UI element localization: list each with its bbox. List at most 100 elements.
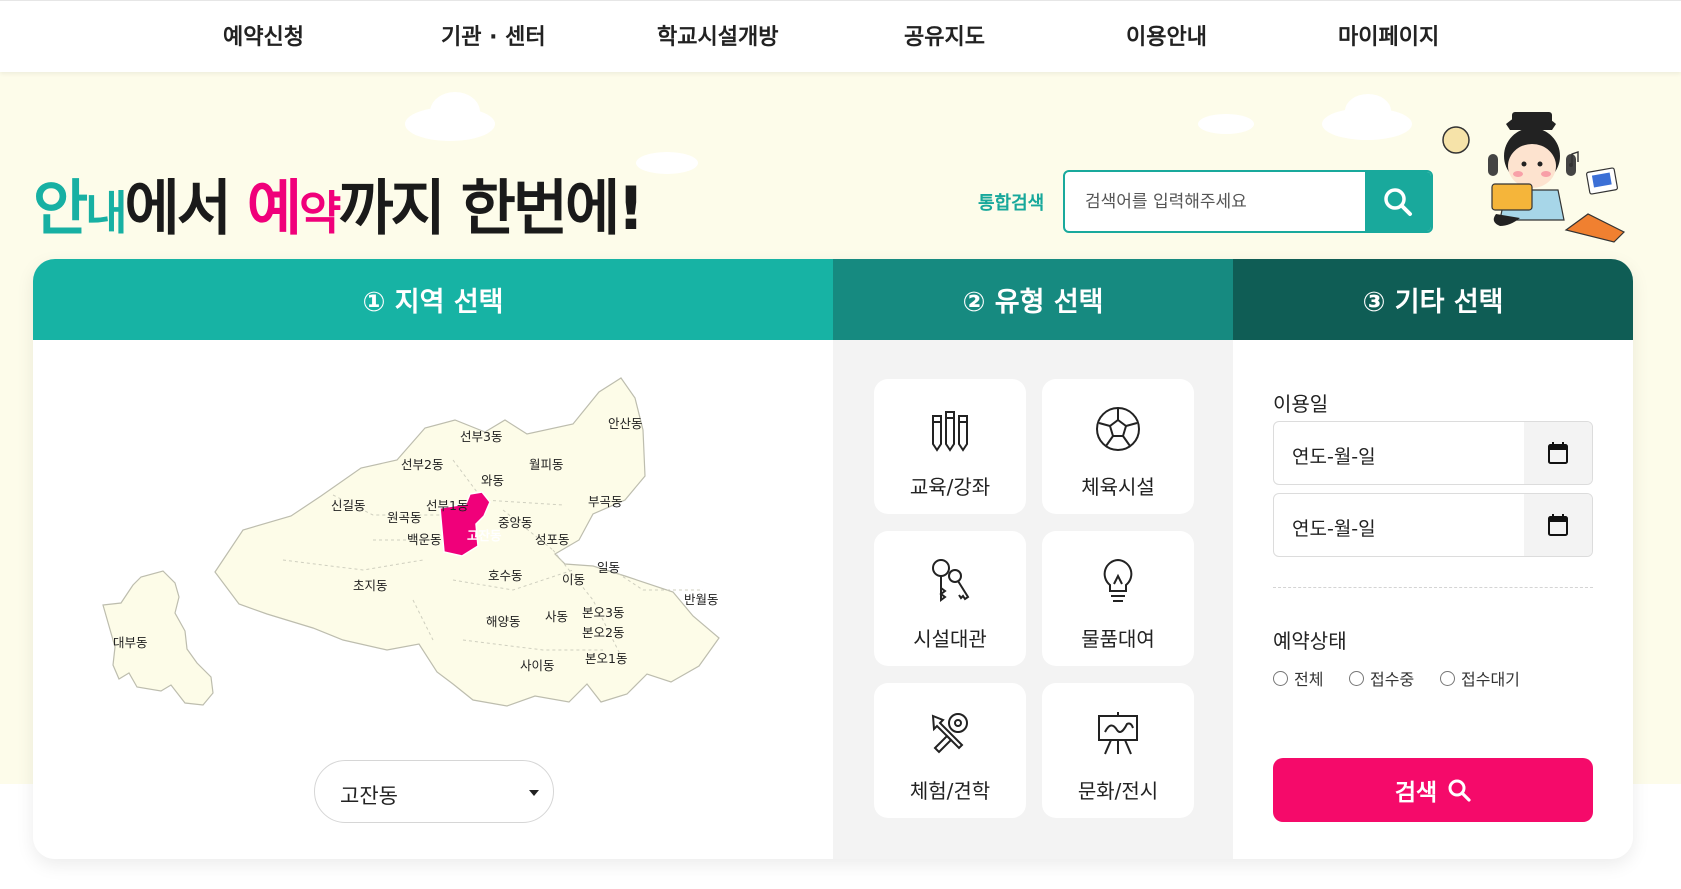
- radio-circle: [1440, 670, 1455, 686]
- dong-label[interactable]: 와동: [481, 470, 504, 489]
- dong-label[interactable]: 중앙동: [498, 512, 533, 531]
- dong-label[interactable]: 이동: [562, 569, 585, 588]
- region-map-panel: 대부동 선부3동 선부2동 와동 월피동 안산동 신길동 원곡동 선부1동 중앙…: [33, 340, 833, 859]
- status-radio-waiting[interactable]: 접수대기: [1440, 666, 1520, 690]
- dong-label[interactable]: 반월동: [684, 589, 719, 608]
- type-education-button[interactable]: 교육/강좌: [874, 379, 1026, 514]
- dong-label[interactable]: 호수동: [488, 565, 523, 584]
- dong-label[interactable]: 본오2동: [582, 622, 624, 641]
- dong-label[interactable]: 해양동: [486, 611, 521, 630]
- dong-label[interactable]: 안산동: [608, 413, 643, 432]
- dong-label[interactable]: 월피동: [529, 454, 564, 473]
- status-radio-all[interactable]: 전체: [1273, 666, 1323, 690]
- pencils-icon: [932, 411, 968, 452]
- status-label: 예약상태: [1273, 629, 1347, 653]
- radio-circle: [1273, 670, 1288, 686]
- date-to-value: 연도-월-일: [1292, 518, 1376, 540]
- date-label: 이용일: [1273, 392, 1329, 416]
- tab-etc[interactable]: ③ 기타 선택: [1233, 259, 1633, 340]
- cloud-decoration: [636, 152, 698, 174]
- slogan-part: 내: [85, 186, 127, 240]
- hero-slogan: 안내에서 예약까지 한번에!: [33, 160, 645, 247]
- dong-label[interactable]: 선부3동: [460, 426, 502, 445]
- dong-label[interactable]: 본오3동: [582, 602, 624, 621]
- dong-label[interactable]: 선부1동: [426, 495, 468, 514]
- type-label: 체험/견학: [909, 779, 991, 803]
- status-radio-open[interactable]: 접수중: [1349, 666, 1414, 690]
- radio-label: 접수대기: [1461, 670, 1520, 689]
- search-button[interactable]: [1365, 172, 1431, 231]
- search-submit-button[interactable]: 검색: [1273, 758, 1593, 822]
- mascot-illustration: [1442, 112, 1626, 243]
- reservation-search-card: ① 지역 선택 ② 유형 선택 ③ 기타 선택 대부동 선부3동 선부2동 와동…: [33, 259, 1633, 859]
- nav-institutions[interactable]: 기관 · 센터: [441, 19, 546, 51]
- cloud-decoration: [1345, 94, 1391, 128]
- dong-label[interactable]: 선부2동: [401, 454, 443, 473]
- type-sports-button[interactable]: 체육시설: [1042, 379, 1194, 514]
- soccer-ball-icon: [1096, 407, 1140, 451]
- date-from-calendar-button[interactable]: [1524, 422, 1592, 484]
- type-label: 물품대여: [1081, 627, 1155, 651]
- slogan-part: 안: [33, 174, 88, 244]
- type-label: 교육/강좌: [909, 475, 991, 499]
- tab-region[interactable]: ① 지역 선택: [33, 259, 833, 340]
- date-from-value: 연도-월-일: [1292, 446, 1376, 468]
- slogan-part: 에서: [124, 174, 247, 244]
- slogan-part: 예: [246, 174, 302, 244]
- slogan-part: 까지 한번에!: [338, 174, 644, 244]
- dong-label[interactable]: 사동: [545, 606, 568, 625]
- dong-label[interactable]: 부곡동: [588, 491, 623, 510]
- dong-label[interactable]: 일동: [597, 557, 620, 576]
- etc-panel: 이용일 연도-월-일 연도-월-일 예약상태 전체 접수중 접수대기 검색: [1233, 340, 1633, 859]
- chevron-down-icon: [529, 790, 539, 796]
- type-item-rental-button[interactable]: 물품대여: [1042, 531, 1194, 666]
- search-icon: [1384, 187, 1412, 216]
- calendar-icon: [1548, 442, 1568, 464]
- region-map: [102, 377, 720, 707]
- tools-icon: [931, 713, 968, 754]
- region-select-value: 고잔동: [340, 784, 398, 808]
- search-label: 통합검색: [978, 193, 1045, 214]
- nav-guide[interactable]: 이용안내: [1126, 19, 1207, 51]
- slogan-part: 약: [299, 186, 341, 240]
- dong-label[interactable]: 성포동: [535, 529, 570, 548]
- lightbulb-icon: [1103, 558, 1133, 602]
- type-label: 문화/전시: [1077, 779, 1159, 803]
- nav-shared-map[interactable]: 공유지도: [904, 19, 985, 51]
- nav-reservation[interactable]: 예약신청: [223, 19, 304, 51]
- region-select-dropdown[interactable]: 고잔동: [314, 760, 554, 823]
- unified-search: [1063, 170, 1433, 233]
- calendar-icon: [1548, 514, 1568, 536]
- type-culture-button[interactable]: 문화/전시: [1042, 683, 1194, 818]
- search-input[interactable]: [1085, 172, 1355, 231]
- date-from-field[interactable]: 연도-월-일: [1273, 421, 1593, 485]
- dong-label[interactable]: 신길동: [331, 495, 366, 514]
- search-icon: [1448, 779, 1471, 802]
- radio-circle: [1349, 670, 1364, 686]
- cloud-decoration: [1198, 114, 1254, 134]
- nav-school-facilities[interactable]: 학교시설개방: [657, 19, 778, 51]
- type-label: 시설대관: [913, 627, 987, 651]
- dong-label[interactable]: 초지동: [353, 575, 388, 594]
- nav-mypage[interactable]: 마이페이지: [1338, 19, 1439, 51]
- radio-label: 전체: [1294, 670, 1324, 689]
- top-navigation: 예약신청 기관 · 센터 학교시설개방 공유지도 이용안내 마이페이지: [0, 0, 1681, 72]
- dong-label[interactable]: 백운동: [407, 529, 442, 548]
- date-to-calendar-button[interactable]: [1524, 494, 1592, 556]
- dong-label[interactable]: 사이동: [520, 655, 555, 674]
- type-facility-rental-button[interactable]: 시설대관: [874, 531, 1026, 666]
- dong-label[interactable]: 대부동: [113, 632, 148, 651]
- dong-label[interactable]: 원곡동: [387, 507, 422, 526]
- dong-label[interactable]: 본오1동: [585, 648, 627, 667]
- section-divider: [1273, 587, 1593, 588]
- submit-label: 검색: [1394, 780, 1438, 806]
- tab-type[interactable]: ② 유형 선택: [833, 259, 1233, 340]
- date-to-field[interactable]: 연도-월-일: [1273, 493, 1593, 557]
- easel-icon: [1098, 712, 1138, 755]
- dong-label-selected[interactable]: 고잔동: [467, 525, 502, 544]
- cloud-decoration: [430, 92, 480, 132]
- type-experience-button[interactable]: 체험/견학: [874, 683, 1026, 818]
- type-panel: 교육/강좌 체육시설 시설대관 물품대여 체험/견학 문화/전시: [833, 340, 1233, 859]
- keys-icon: [932, 559, 970, 602]
- radio-label: 접수중: [1370, 670, 1415, 689]
